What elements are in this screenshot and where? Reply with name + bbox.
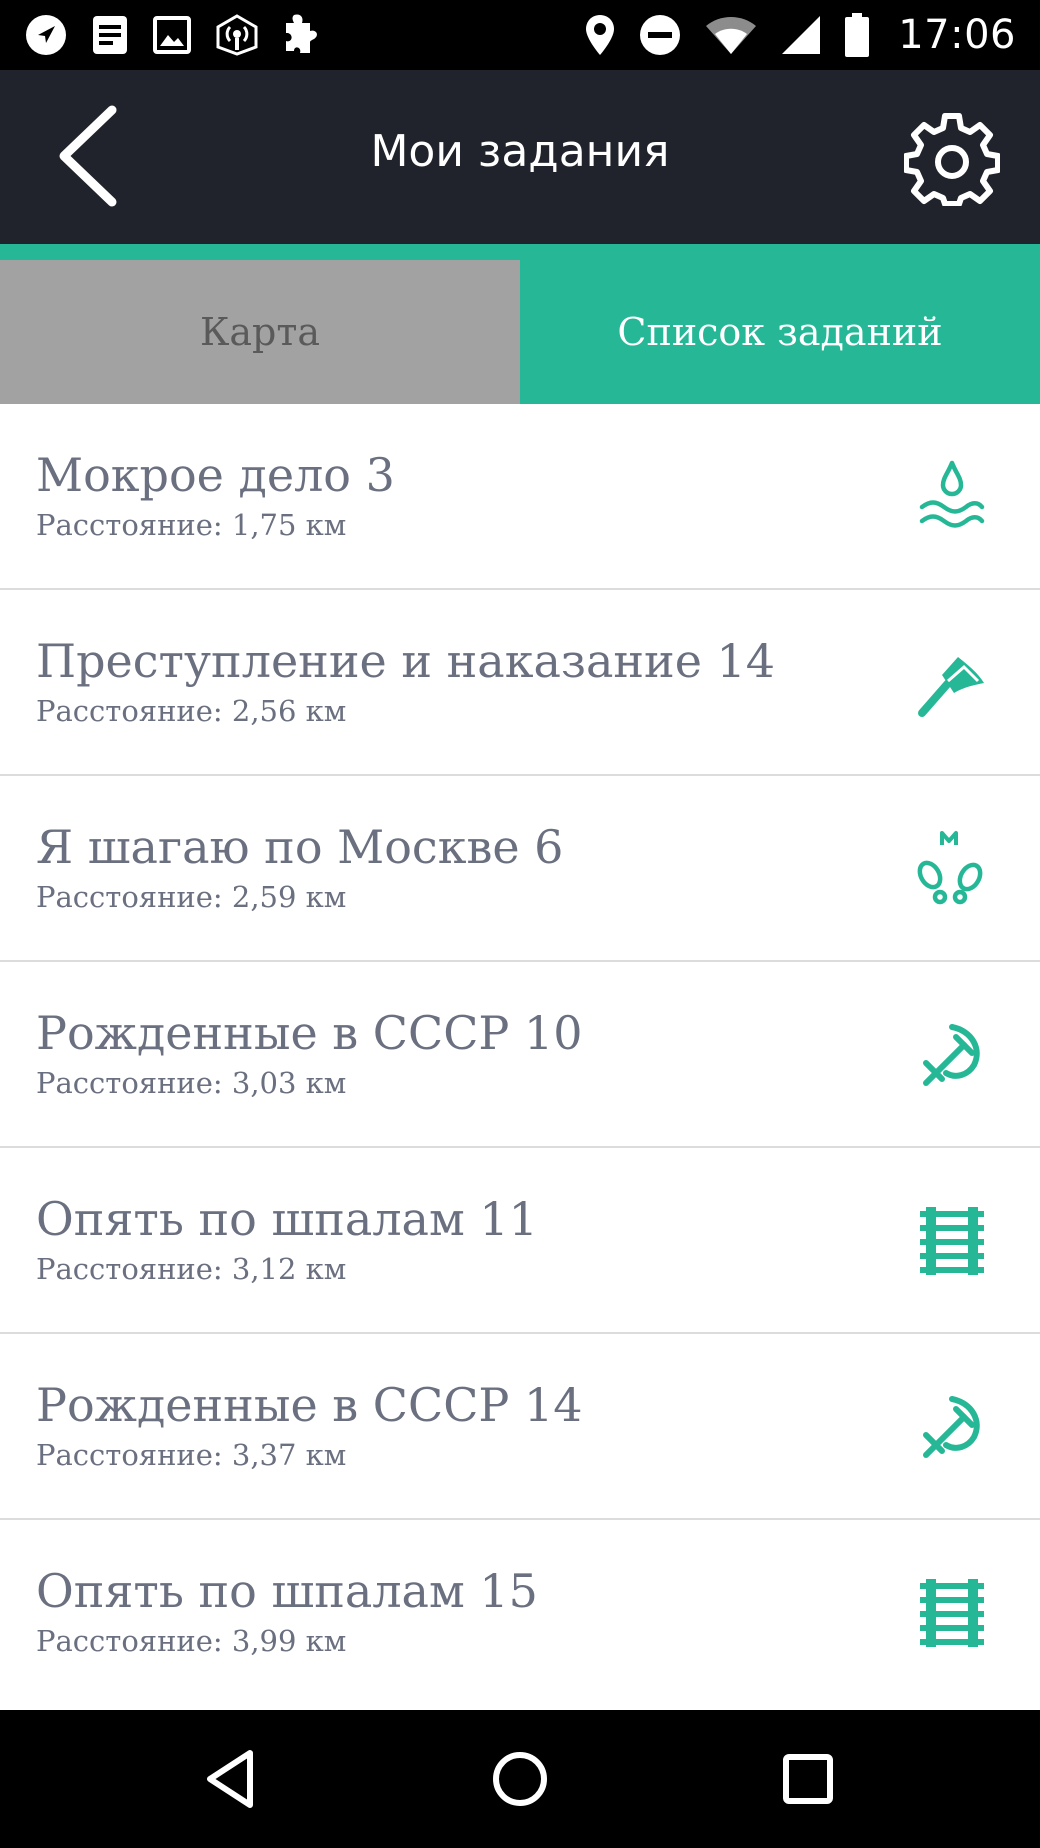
status-bar: 17:06 [0,0,1040,70]
image-icon [153,16,191,54]
task-distance: Расстояние: 3,99 км [36,1624,347,1658]
railway-icon [920,1207,984,1275]
status-left-icons [24,11,322,59]
list-item[interactable]: Опять по шпалам 11 Расстояние: 3,12 км [0,1148,1040,1334]
nav-home-icon [493,1752,547,1806]
nav-back-button[interactable] [192,1739,272,1819]
list-item[interactable]: Я шагаю по Москве 6 Расстояние: 2,59 км [0,776,1040,962]
task-title: Мокрое дело 3 [36,448,395,502]
footprints-metro-icon [917,831,983,905]
status-right-icons: 17:06 [584,12,1016,58]
task-distance: Расстояние: 2,56 км [36,694,347,728]
nav-recents-icon [783,1754,833,1804]
page-title: Мои задания [370,126,670,177]
list-item[interactable]: Преступление и наказание 14 Расстояние: … [0,590,1040,776]
app-bar: Мои задания [0,70,1040,244]
task-title: Я шагаю по Москве 6 [36,820,564,874]
location-pin-icon [586,15,615,55]
task-title: Опять по шпалам 15 [36,1564,538,1618]
notes-icon [93,16,127,54]
chevron-left-icon [59,105,117,207]
cell-signal-icon [782,16,821,54]
broadcast-icon [216,14,258,56]
gear-icon [903,113,1001,207]
task-distance: Расстояние: 1,75 км [36,508,347,542]
nav-home-button[interactable] [480,1739,560,1819]
tab-bar: Карта Список заданий [0,244,1040,404]
task-title: Рожденные в СССР 14 [36,1378,583,1432]
list-item[interactable]: Мокрое дело 3 Расстояние: 1,75 км [0,404,1040,590]
nav-back-icon [207,1750,253,1808]
battery-icon [845,13,870,57]
system-nav-bar [0,1710,1040,1848]
list-item[interactable]: Рожденные в СССР 14 Расстояние: 3,37 км [0,1334,1040,1520]
task-title: Рожденные в СССР 10 [36,1006,583,1060]
tab-task-list[interactable]: Список заданий [520,260,1040,404]
settings-button[interactable] [903,110,1001,207]
back-button[interactable] [50,104,130,208]
task-distance: Расстояние: 2,59 км [36,880,347,914]
wifi-icon [706,17,757,54]
puzzle-icon [286,14,317,54]
task-title: Преступление и наказание 14 [36,634,776,688]
status-time: 17:06 [898,12,1016,58]
nav-recents-button[interactable] [768,1739,848,1819]
task-title: Опять по шпалам 11 [36,1192,538,1246]
task-list: Мокрое дело 3 Расстояние: 1,75 км Престу… [0,404,1040,1706]
screen: 17:06 Мои задания Карта Список заданий М… [0,0,1040,1848]
navigation-icon [26,15,66,55]
task-distance: Расстояние: 3,37 км [36,1438,347,1472]
list-item[interactable]: Рожденные в СССР 10 Расстояние: 3,03 км [0,962,1040,1148]
task-distance: Расстояние: 3,12 км [36,1252,347,1286]
list-item[interactable]: Опять по шпалам 15 Расстояние: 3,99 км [0,1520,1040,1706]
hammer-sickle-icon [923,1396,980,1458]
do-not-disturb-icon [640,15,681,55]
task-distance: Расстояние: 3,03 км [36,1066,347,1100]
hammer-sickle-icon [923,1024,980,1086]
axe-icon [918,657,984,717]
tab-map[interactable]: Карта [0,260,520,404]
railway-icon [920,1579,984,1647]
water-drop-icon [919,460,985,528]
